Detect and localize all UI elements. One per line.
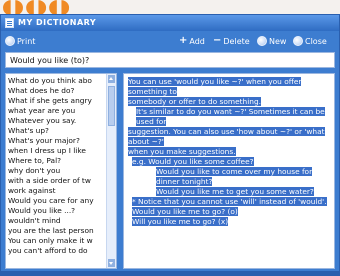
definition-line: It's similar to do you want ~?' Sometime… xyxy=(136,107,325,126)
phrase-list: What do you think abo What does he do? Wha… xyxy=(5,73,117,269)
list-item[interactable]: Where to, Pal? xyxy=(6,156,106,166)
add-button[interactable]: + Add xyxy=(179,35,205,47)
definition-paragraph: It's similar to do you want ~?' Sometime… xyxy=(128,107,330,127)
definition-line: Would you like me to go? (o) xyxy=(132,207,238,216)
list-item[interactable]: You can only make it w xyxy=(6,236,106,246)
definition-paragraph: Would you like me to go? (o) xyxy=(128,207,330,217)
notebook-icon xyxy=(5,18,14,28)
definition-paragraph: somebody or offer to do something. xyxy=(128,97,330,107)
definition-paragraph: Will you like me to go? (x) xyxy=(128,217,330,227)
definition-paragraph: suggestion. You can also use 'how about … xyxy=(128,127,330,147)
list-item[interactable]: you can't afford to do xyxy=(6,246,106,256)
delete-label: Delete xyxy=(223,36,250,46)
definition-paragraph: You can use 'would you like ~?' when you… xyxy=(128,77,330,97)
list-item[interactable]: What do you think abo xyxy=(6,76,106,86)
scroll-thumb[interactable] xyxy=(108,86,115,126)
definition-paragraph: * Notice that you cannot use 'will' inst… xyxy=(128,197,330,207)
definition-line: Will you like me to go? (x) xyxy=(132,217,229,226)
list-item[interactable]: Would you care for any xyxy=(6,196,106,206)
list-item[interactable]: What does he do? xyxy=(6,86,106,96)
content-area: What do you think abo What does he do? Wha… xyxy=(5,73,335,269)
window-title: My Dictionary xyxy=(18,18,97,27)
scroll-up-icon[interactable] xyxy=(108,75,115,83)
phrase-list-scrollbar[interactable] xyxy=(106,74,116,268)
minus-icon: − xyxy=(213,35,222,46)
list-item[interactable]: when I dress up I like xyxy=(6,146,106,156)
list-item[interactable]: what year are you xyxy=(6,106,106,116)
scroll-down-icon[interactable] xyxy=(108,259,115,267)
definition-line: somebody or offer to do something. xyxy=(128,97,262,106)
title-bar: My Dictionary xyxy=(1,15,339,31)
search-input[interactable] xyxy=(6,53,334,67)
delete-button[interactable]: − Delete xyxy=(213,35,250,47)
close-label: Close xyxy=(305,36,327,46)
definition-line: You can use 'would you like ~?' when you… xyxy=(128,77,302,96)
print-label: Print xyxy=(17,36,36,46)
radio-icon xyxy=(5,36,15,46)
list-item[interactable]: wouldn't mind xyxy=(6,216,106,226)
list-item[interactable]: Would you like ...? xyxy=(6,206,106,216)
list-item[interactable]: What's your major? xyxy=(6,136,106,146)
dictionary-window: My Dictionary Print + Add − Delete New C… xyxy=(0,14,340,276)
definition-paragraph: Would you like me to get you some water? xyxy=(128,187,330,197)
status-bar xyxy=(1,271,339,275)
definition-panel[interactable]: You can use 'would you like ~?' when you… xyxy=(123,73,335,269)
definition-paragraph: e.g. Would you like some coffee? xyxy=(128,157,330,167)
banner-decoration: ◖◗◖◗◖◗ xyxy=(2,0,72,14)
definition-line: suggestion. You can also use 'how about … xyxy=(128,127,325,146)
list-item[interactable]: with a side order of tw xyxy=(6,176,106,186)
list-item[interactable]: you are the last person xyxy=(6,226,106,236)
definition-line: e.g. Would you like some coffee? xyxy=(132,157,254,166)
plus-icon: + xyxy=(179,35,188,46)
list-item[interactable]: work against xyxy=(6,186,106,196)
new-button[interactable]: New xyxy=(257,35,286,47)
definition-line: when you make suggestions. xyxy=(128,147,236,156)
radio-icon xyxy=(257,36,267,46)
add-label: Add xyxy=(189,36,205,46)
definition-paragraph: when you make suggestions. xyxy=(128,147,330,157)
definition-paragraph: Would you like to come over my house for… xyxy=(128,167,330,187)
toolbar: Print + Add − Delete New Close xyxy=(1,31,339,51)
close-button[interactable]: Close xyxy=(293,35,327,47)
definition-line: * Notice that you cannot use 'will' inst… xyxy=(132,197,327,206)
phrase-list-items: What do you think abo What does he do? Wha… xyxy=(6,76,106,256)
print-button[interactable]: Print xyxy=(5,35,35,47)
radio-icon xyxy=(293,36,303,46)
list-item[interactable]: why don't you xyxy=(6,166,106,176)
search-field xyxy=(5,52,335,68)
definition-line: Would you like me to get you some water? xyxy=(156,187,314,196)
new-label: New xyxy=(269,36,287,46)
list-item[interactable]: What if she gets angry xyxy=(6,96,106,106)
definition-line: Would you like to come over my house for… xyxy=(156,167,313,186)
list-item[interactable]: What's up? xyxy=(6,126,106,136)
page-banner-strip: ◖◗◖◗◖◗ xyxy=(0,0,340,14)
list-item[interactable]: Whatever you say. xyxy=(6,116,106,126)
